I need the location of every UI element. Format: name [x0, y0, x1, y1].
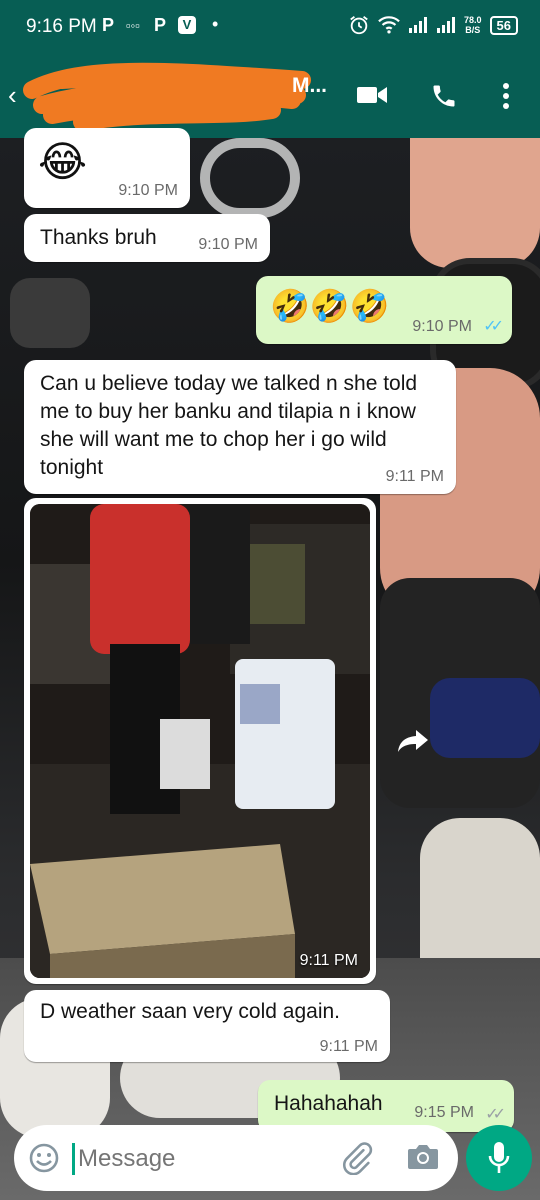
attach-icon[interactable] — [340, 1141, 374, 1175]
signal-icon-2 — [437, 17, 455, 33]
message-incoming[interactable]: Thanks bruh 9:10 PM — [24, 214, 270, 262]
message-text: D weather saan very cold again. — [40, 1000, 340, 1023]
read-receipt-icon: ✓✓ — [485, 1106, 506, 1123]
voice-message-button[interactable] — [466, 1125, 532, 1191]
more-notifications-dot: • — [212, 14, 219, 34]
net-speed-value: 78.0 — [464, 15, 482, 25]
emoji-rolling-laughing-icon: 🤣🤣🤣 — [270, 288, 390, 324]
message-incoming-emoji[interactable]: 😂 9:10 PM — [24, 128, 190, 208]
wallpaper-wheel — [200, 138, 300, 218]
status-time: 9:16 PM — [26, 16, 97, 37]
net-speed: 78.0 B/S — [464, 15, 482, 35]
photo-time: 9:11 PM — [299, 952, 358, 969]
wallpaper-object — [10, 278, 90, 348]
wifi-icon — [378, 16, 400, 34]
video-call-icon[interactable] — [356, 82, 388, 108]
vibrate-icon: ▫◦▫ — [126, 18, 140, 33]
photo-content — [30, 504, 370, 978]
notification-p-icon: P — [102, 15, 115, 35]
notification-p-icon-2: P — [154, 15, 167, 35]
emoji-laughing-icon: 😂 — [38, 138, 88, 185]
voice-call-icon[interactable] — [430, 82, 458, 110]
message-incoming[interactable]: Can u believe today we talked n she told… — [24, 360, 456, 494]
message-text: Can u believe today we talked n she told… — [40, 372, 418, 479]
forward-icon[interactable] — [396, 728, 430, 754]
net-speed-unit: B/S — [465, 25, 481, 35]
viber-icon: V — [178, 16, 196, 34]
photo-thumbnail[interactable]: 9:11 PM — [30, 504, 370, 978]
message-composer — [14, 1125, 458, 1191]
alarm-icon — [350, 16, 368, 35]
more-options-icon[interactable] — [500, 82, 512, 110]
back-arrow-icon[interactable]: ‹ — [8, 80, 17, 111]
signal-icon-1 — [409, 17, 427, 33]
status-bar: 9:16 PM P ▫◦▫ P V • 78.0 B/S 56 — [0, 0, 540, 56]
microphone-icon — [488, 1142, 510, 1173]
message-text: Hahahahah — [274, 1092, 383, 1115]
message-text: Thanks bruh — [40, 226, 157, 249]
message-incoming-photo[interactable]: 9:11 PM — [24, 498, 376, 984]
message-time: 9:10 PM — [198, 236, 258, 253]
redaction-scribble — [23, 62, 311, 130]
message-outgoing-emoji[interactable]: 🤣🤣🤣 9:10 PM ✓✓ — [256, 276, 512, 344]
battery-indicator: 56 — [489, 15, 518, 35]
camera-icon[interactable] — [406, 1141, 440, 1173]
status-right: 78.0 B/S 56 — [348, 14, 518, 36]
read-receipt-icon: ✓✓ — [483, 318, 504, 335]
message-time: 9:10 PM — [412, 318, 472, 335]
contact-name[interactable]: M... — [292, 74, 327, 98]
chat-header: ‹ online M... — [0, 56, 540, 138]
message-time: 9:10 PM — [118, 182, 178, 199]
message-time: 9:15 PM — [414, 1104, 474, 1121]
emoji-icon[interactable] — [28, 1142, 60, 1174]
wallpaper-arm — [410, 138, 540, 268]
message-incoming[interactable]: D weather saan very cold again. 9:11 PM — [24, 990, 390, 1062]
message-time: 9:11 PM — [319, 1038, 378, 1055]
text-cursor — [72, 1143, 75, 1175]
wallpaper-sock — [430, 678, 540, 758]
message-time: 9:11 PM — [385, 468, 444, 485]
message-input[interactable] — [76, 1139, 340, 1179]
